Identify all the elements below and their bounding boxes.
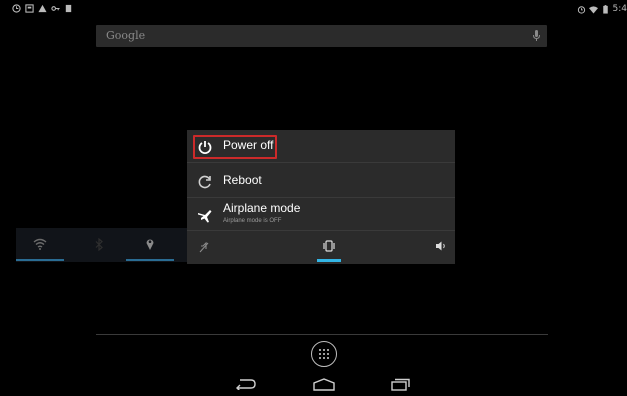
dock-divider: [96, 334, 548, 335]
sound-mode-selector: [187, 231, 455, 264]
menu-item-label: Reboot: [223, 173, 262, 187]
bluetooth-icon: [95, 238, 103, 251]
apps-grid-icon: [319, 349, 329, 359]
battery-small-icon: [65, 4, 72, 13]
key-icon: [51, 6, 60, 11]
power-control-widget: [16, 228, 188, 262]
storage-icon: [25, 4, 34, 13]
reboot-icon: [198, 175, 211, 189]
status-bar: 5:4: [8, 0, 627, 20]
volume-icon: [436, 241, 445, 251]
microphone-icon[interactable]: [532, 29, 541, 42]
home-screen: 5:4 Google Power off Reboot Airplane mod…: [8, 0, 627, 396]
all-apps-button[interactable]: [311, 341, 337, 367]
menu-item-sublabel: Airplane mode is OFF: [223, 218, 282, 224]
battery-icon: [602, 4, 608, 14]
silent-icon: [199, 242, 209, 253]
menu-item-label: Power off: [223, 138, 274, 152]
wifi-icon: [588, 5, 598, 14]
recent-apps-button[interactable]: [386, 372, 426, 396]
power-icon: [198, 141, 212, 154]
back-button[interactable]: [230, 372, 270, 396]
google-search-bar[interactable]: Google: [96, 25, 547, 47]
search-placeholder: Google: [106, 29, 146, 42]
clock-icon: [12, 4, 21, 13]
sound-mode-vibrate[interactable]: [317, 231, 377, 264]
wifi-icon: [33, 238, 47, 250]
airplane-icon: [198, 210, 212, 223]
home-icon: [313, 378, 335, 391]
global-actions-dialog: Power off Reboot Airplane mode Airplane …: [187, 130, 455, 264]
widget-location-toggle[interactable]: [126, 228, 174, 262]
vibrate-icon: [323, 240, 335, 252]
navigation-bar: [8, 372, 627, 396]
recents-icon: [391, 378, 410, 391]
warning-icon: [38, 4, 47, 13]
alarm-icon: [577, 5, 585, 14]
menu-item-airplane-mode[interactable]: Airplane mode Airplane mode is OFF: [187, 198, 455, 231]
menu-item-power-off[interactable]: Power off: [187, 130, 455, 163]
location-icon: [146, 239, 154, 250]
status-time: 5:4: [612, 4, 627, 14]
menu-item-label: Airplane mode: [223, 201, 301, 215]
back-icon: [236, 379, 256, 390]
widget-bluetooth-toggle[interactable]: [76, 228, 124, 262]
sound-mode-silent[interactable]: [195, 231, 255, 264]
home-button[interactable]: [310, 372, 350, 396]
sound-mode-sound[interactable]: [435, 231, 495, 264]
widget-wifi-toggle[interactable]: [16, 228, 64, 262]
menu-item-reboot[interactable]: Reboot: [187, 165, 455, 198]
